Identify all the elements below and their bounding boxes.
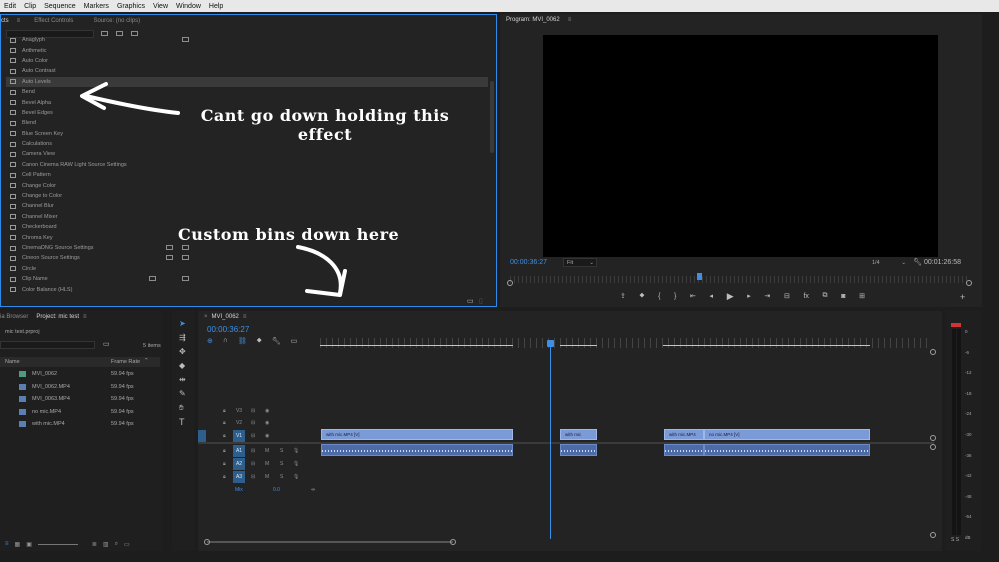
annotation-bins-note: Custom bins down here [178, 225, 400, 244]
arrow-to-bins [296, 245, 343, 295]
annotation-effect-note: Cant go down holding this effect [200, 106, 450, 144]
annotation-arrows [80, 82, 347, 297]
